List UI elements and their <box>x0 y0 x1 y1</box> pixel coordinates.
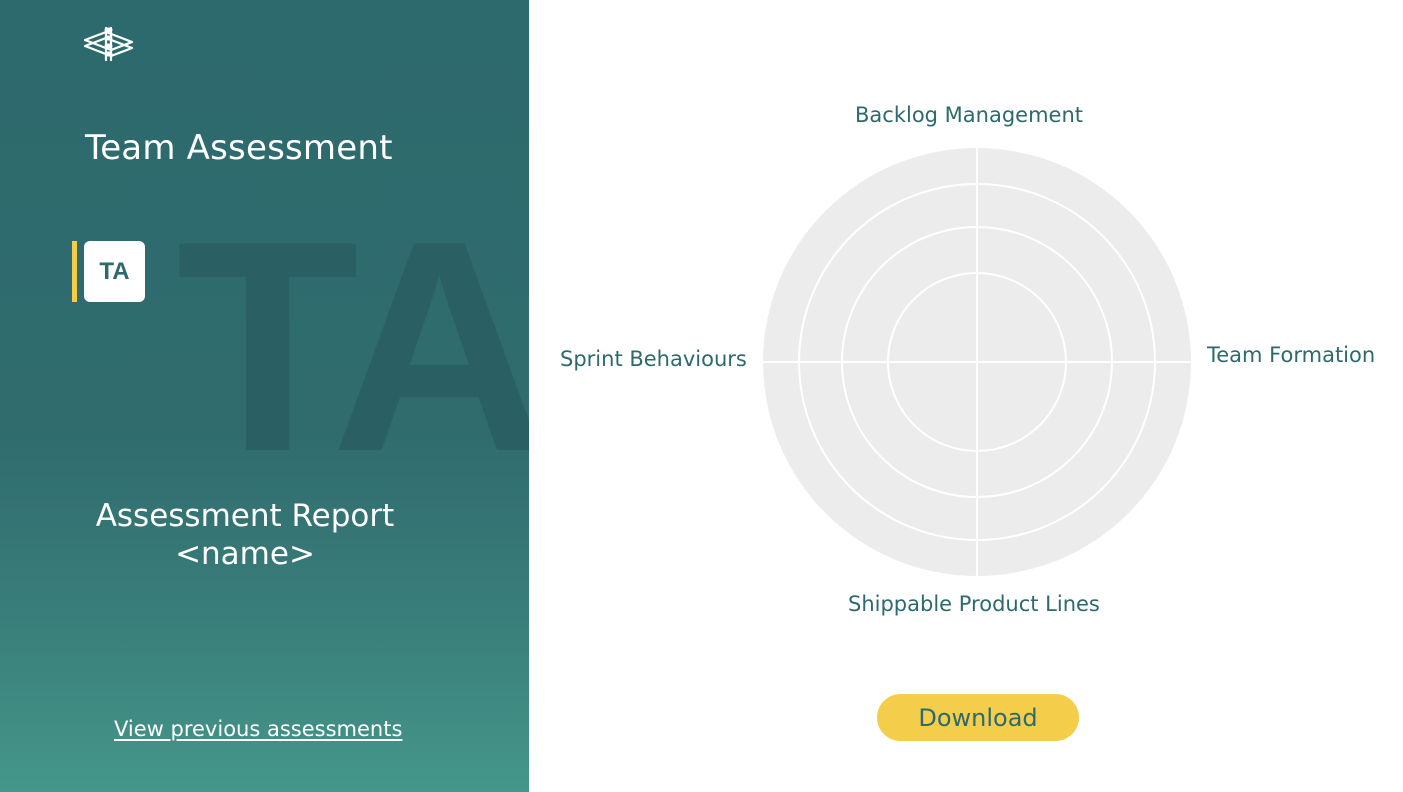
report-title: Assessment Report <box>95 498 395 534</box>
report-content: Backlog Management Sprint Behaviours Tea… <box>529 0 1403 792</box>
radar-label-top: Backlog Management <box>855 103 1084 127</box>
report-name: <name> <box>175 536 315 572</box>
radar-label-left: Sprint Behaviours <box>560 347 747 371</box>
assessment-badge: TA <box>84 241 145 302</box>
download-button[interactable]: Download <box>877 694 1079 741</box>
view-previous-assessments-link[interactable]: View previous assessments <box>114 717 402 741</box>
badge-watermark: TA <box>176 178 529 514</box>
radar-label-bottom: Shippable Product Lines <box>848 592 1100 616</box>
page: Team Assessment TA TA Assessment Report … <box>0 0 1403 792</box>
badge-accent-bar <box>72 241 77 302</box>
radar-chart <box>762 148 1192 576</box>
report-heading: Assessment Report <name> <box>60 497 430 573</box>
logo-icon <box>83 26 134 62</box>
sidebar-panel: Team Assessment TA TA Assessment Report … <box>0 0 529 792</box>
radar-label-right: Team Formation <box>1207 343 1376 367</box>
page-title: Team Assessment <box>85 128 393 168</box>
